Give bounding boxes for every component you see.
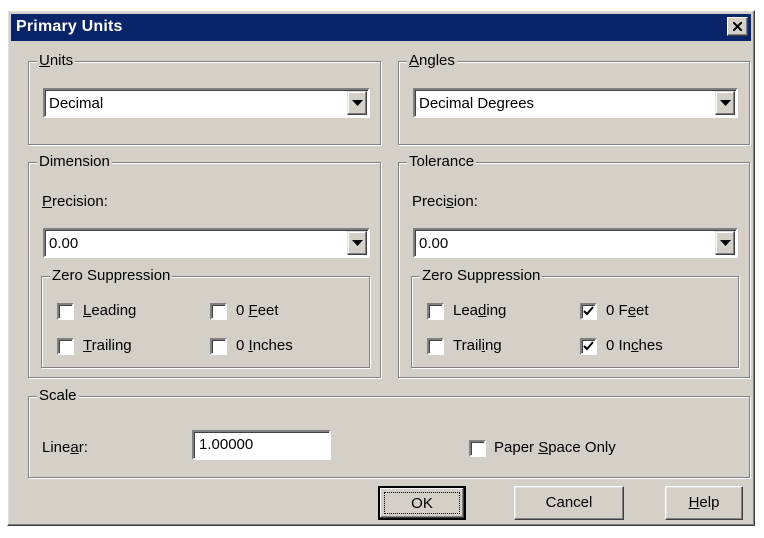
dimension-group: Dimension Precision: 0.00 Zero Suppressi… bbox=[28, 153, 381, 378]
dimension-0inches-checkbox[interactable] bbox=[210, 338, 227, 355]
dimension-trailing-checkbox[interactable] bbox=[57, 338, 74, 355]
checkmark-icon bbox=[583, 341, 594, 351]
tolerance-precision-select[interactable]: 0.00 bbox=[413, 228, 738, 258]
tolerance-precision-value: 0.00 bbox=[419, 235, 449, 252]
dimension-precision-dropdown-button[interactable] bbox=[347, 231, 367, 255]
linear-scale-label: Linear: bbox=[42, 439, 88, 456]
tolerance-group-label: Tolerance bbox=[407, 153, 477, 171]
angles-select-value: Decimal Degrees bbox=[419, 95, 535, 112]
close-button[interactable] bbox=[727, 17, 748, 36]
dimension-zero-suppression-label: Zero Suppression bbox=[50, 267, 173, 285]
checkmark-icon bbox=[583, 306, 594, 316]
focus-rect bbox=[384, 492, 460, 514]
tolerance-precision-dropdown-button[interactable] bbox=[715, 231, 735, 255]
dimension-leading-checkbox[interactable] bbox=[57, 303, 74, 320]
cancel-button-label: Cancel bbox=[545, 494, 593, 511]
cancel-button[interactable]: Cancel bbox=[514, 486, 624, 520]
dimension-precision-value: 0.00 bbox=[49, 235, 79, 252]
tolerance-0inches-checkbox[interactable] bbox=[580, 338, 597, 355]
tolerance-0feet-label[interactable]: 0 Feet bbox=[606, 302, 649, 319]
ok-button[interactable]: OK bbox=[378, 486, 466, 520]
tolerance-0feet-checkbox[interactable] bbox=[580, 303, 597, 320]
chevron-down-icon bbox=[720, 100, 731, 106]
dimension-precision-label: Precision: bbox=[42, 193, 108, 210]
dimension-precision-select[interactable]: 0.00 bbox=[43, 228, 370, 258]
units-group-label: Units bbox=[37, 52, 76, 70]
tolerance-group: Tolerance Precision: 0.00 Zero Suppressi… bbox=[398, 153, 750, 378]
dimension-trailing-label[interactable]: Trailing bbox=[83, 337, 132, 354]
linear-scale-input[interactable]: 1.00000 bbox=[192, 430, 331, 460]
dimension-group-label: Dimension bbox=[37, 153, 112, 171]
tolerance-zero-suppression-group: Zero Suppression Leading 0 Feet Trailing… bbox=[411, 267, 739, 368]
tolerance-trailing-checkbox[interactable] bbox=[427, 338, 444, 355]
dimension-0inches-label[interactable]: 0 Inches bbox=[236, 337, 293, 354]
dialog-title: Primary Units bbox=[16, 18, 123, 35]
dimension-leading-label[interactable]: Leading bbox=[83, 302, 136, 319]
angles-group-label: Angles bbox=[407, 52, 457, 70]
dimension-0feet-checkbox[interactable] bbox=[210, 303, 227, 320]
tolerance-0inches-label[interactable]: 0 Inches bbox=[606, 337, 663, 354]
dimension-0feet-label[interactable]: 0 Feet bbox=[236, 302, 279, 319]
chevron-down-icon bbox=[720, 240, 731, 246]
help-button-label: Help bbox=[688, 494, 720, 511]
paper-space-only-label[interactable]: Paper Space Only bbox=[494, 439, 616, 456]
tolerance-zero-suppression-label: Zero Suppression bbox=[420, 267, 543, 285]
title-bar[interactable]: Primary Units bbox=[11, 14, 751, 41]
paper-space-only-checkbox[interactable] bbox=[469, 440, 486, 457]
tolerance-leading-checkbox[interactable] bbox=[427, 303, 444, 320]
angles-group: Angles Decimal Degrees bbox=[398, 52, 750, 145]
scale-group: Scale Linear: 1.00000 Paper Space Only bbox=[28, 387, 750, 478]
chevron-down-icon bbox=[352, 240, 363, 246]
help-button[interactable]: Help bbox=[665, 486, 743, 520]
tolerance-precision-label: Precision: bbox=[412, 193, 478, 210]
units-dropdown-button[interactable] bbox=[347, 91, 367, 115]
tolerance-leading-label[interactable]: Leading bbox=[453, 302, 506, 319]
angles-select[interactable]: Decimal Degrees bbox=[413, 88, 738, 118]
scale-group-label: Scale bbox=[37, 387, 79, 405]
tolerance-trailing-label[interactable]: Trailing bbox=[453, 337, 502, 354]
units-group: Units Decimal bbox=[28, 52, 381, 145]
dimension-zero-suppression-group: Zero Suppression Leading 0 Feet Trailing… bbox=[41, 267, 370, 368]
chevron-down-icon bbox=[352, 100, 363, 106]
units-select[interactable]: Decimal bbox=[43, 88, 370, 118]
units-select-value: Decimal bbox=[49, 95, 104, 112]
primary-units-dialog: Primary Units Units Decimal Angles Decim… bbox=[7, 10, 755, 526]
angles-dropdown-button[interactable] bbox=[715, 91, 735, 115]
